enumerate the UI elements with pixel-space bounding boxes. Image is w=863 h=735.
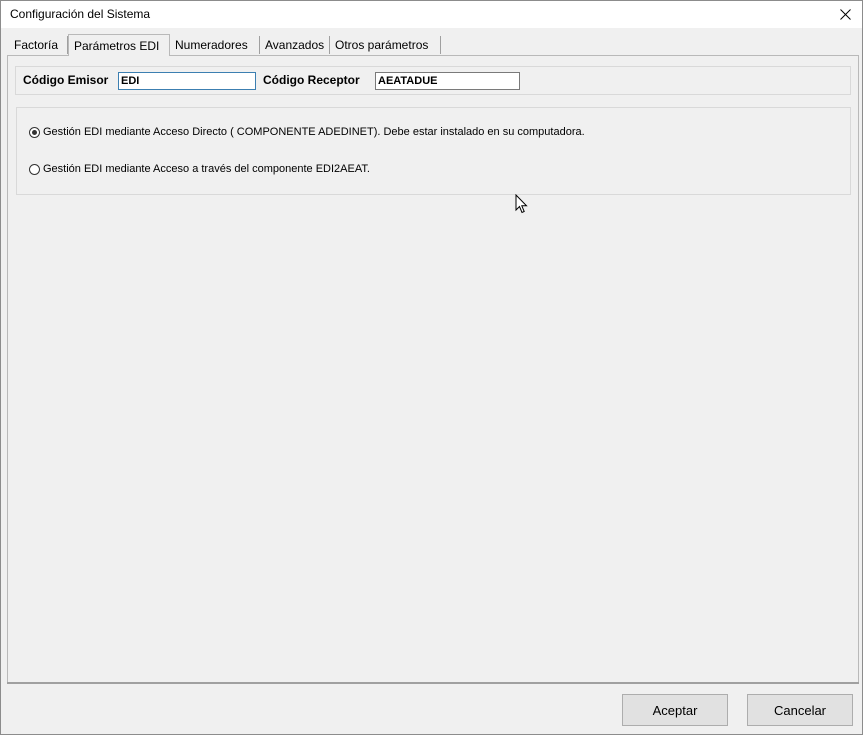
radio-edi2aeat-label: Gestión EDI mediante Acceso a través del…: [43, 163, 370, 175]
tab-otros-parametros[interactable]: Otros parámetros: [330, 36, 441, 54]
accept-button[interactable]: Aceptar: [622, 694, 728, 726]
radio-button-checked[interactable]: [29, 126, 40, 138]
tab-avanzados[interactable]: Avanzados: [260, 36, 330, 54]
window-title: Configuración del Sistema: [10, 7, 151, 21]
codigo-emisor-label: Código Emisor: [23, 73, 109, 87]
tab-factoria[interactable]: Factoría: [9, 36, 68, 54]
panel-bottom-edge: [7, 682, 859, 684]
close-button[interactable]: [828, 1, 862, 28]
close-icon: [839, 9, 851, 20]
radio-acceso-directo-label: Gestión EDI mediante Acceso Directo ( CO…: [43, 126, 585, 138]
codigo-receptor-label: Código Receptor: [263, 73, 360, 87]
tab-numeradores[interactable]: Numeradores: [170, 36, 260, 54]
cancel-button[interactable]: Cancelar: [747, 694, 853, 726]
mouse-pointer-icon: [515, 194, 528, 214]
tab-strip: Factoría Parámetros EDI Numeradores Avan…: [7, 34, 852, 56]
codigo-emisor-input[interactable]: EDI: [118, 72, 256, 90]
radio-edi2aeat[interactable]: Gestión EDI mediante Acceso a través del…: [29, 163, 370, 175]
radio-acceso-directo[interactable]: Gestión EDI mediante Acceso Directo ( CO…: [29, 126, 585, 138]
tab-parametros-edi[interactable]: Parámetros EDI: [68, 34, 170, 56]
codigo-receptor-input[interactable]: AEATADUE: [375, 72, 520, 90]
radio-button-unchecked[interactable]: [29, 163, 40, 175]
title-bar: Configuración del Sistema: [1, 1, 862, 28]
edi-mode-group: [16, 107, 851, 195]
